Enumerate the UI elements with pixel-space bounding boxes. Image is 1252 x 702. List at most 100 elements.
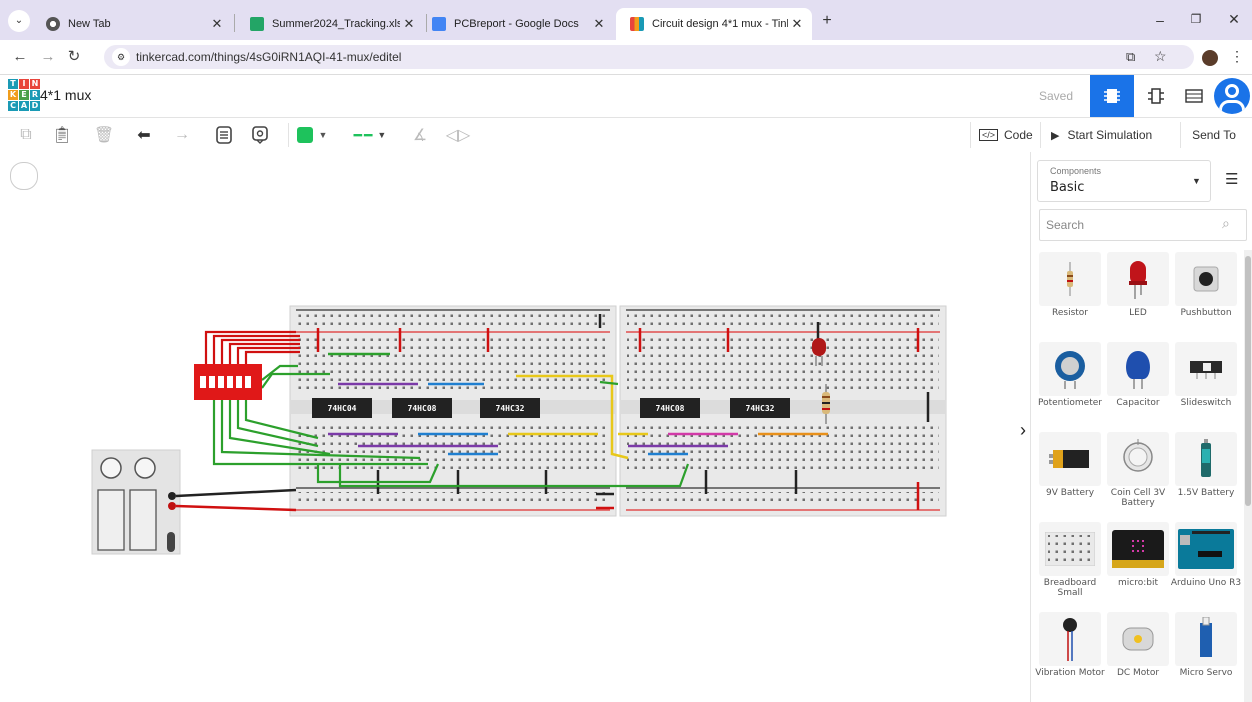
minimize-window-button[interactable]: – (1148, 12, 1172, 28)
tab-search-button[interactable]: ⌄ (8, 10, 30, 32)
code-button[interactable]: </> Code (970, 122, 1037, 148)
browser-menu-icon[interactable]: ⋮ (1230, 48, 1244, 65)
site-info-icon[interactable]: ⚙ (112, 48, 130, 66)
notes-icon[interactable] (212, 123, 236, 147)
send-to-label: Send To (1192, 128, 1236, 142)
component-card-9v-battery[interactable]: 9V Battery (1039, 432, 1101, 512)
forward-arrow-icon[interactable]: → (38, 47, 58, 67)
logo-letter: T (8, 79, 18, 89)
potentiometer-icon (1039, 342, 1101, 396)
panel-scrollbar[interactable] (1244, 250, 1252, 702)
component-list-view-button[interactable] (1172, 75, 1216, 117)
tinkercad-icon (630, 17, 644, 31)
play-icon: ▶ (1051, 129, 1060, 142)
new-tab-button[interactable]: + (818, 12, 836, 30)
chevron-down-icon: ▼ (318, 130, 328, 140)
redo-icon[interactable]: → (170, 123, 194, 147)
send-to-button[interactable]: Send To (1180, 122, 1247, 148)
component-label: Capacitor (1116, 398, 1160, 408)
coin-cell-icon (1107, 432, 1169, 486)
url-field[interactable]: ⚙ tinkercad.com/things/4sG0iRN1AQI-41-mu… (104, 45, 1194, 69)
component-label: micro:bit (1118, 578, 1158, 588)
component-label: 9V Battery (1045, 488, 1095, 498)
reload-icon[interactable]: ↻ (64, 47, 84, 67)
browser-address-bar: ← → ↻ ⚙ tinkercad.com/things/4sG0iRN1AQI… (0, 40, 1252, 75)
close-window-button[interactable]: ✕ (1222, 11, 1246, 28)
component-card-resistor[interactable]: Resistor (1039, 252, 1101, 332)
browser-tab-sheets[interactable]: Summer2024_Tracking.xlsx - Go ✕ (236, 8, 424, 40)
slideswitch-icon (1175, 342, 1237, 396)
browser-tab-docs[interactable]: PCBreport - Google Docs ✕ (418, 8, 614, 40)
component-card-dc-motor[interactable]: DC Motor (1107, 612, 1169, 692)
color-swatch (296, 127, 313, 143)
arduino-icon (1175, 522, 1237, 576)
component-card-capacitor[interactable]: Capacitor (1107, 342, 1169, 422)
copy-icon[interactable]: ⧉ (14, 123, 38, 147)
tinkercad-logo[interactable]: T I N K E R C A D (8, 79, 40, 111)
start-simulation-label: Start Simulation (1067, 128, 1153, 142)
browser-tab-tinkercad[interactable]: Circuit design 4*1 mux - Tinkerc ✕ (616, 8, 812, 40)
list-view-toggle-icon[interactable]: ☰ (1225, 170, 1238, 188)
breadboard-icon (1039, 522, 1101, 576)
component-card-vibration-motor[interactable]: Vibration Motor (1035, 612, 1105, 692)
sheets-icon (250, 17, 264, 31)
logo-letter: N (30, 79, 40, 89)
browser-tab-new-tab[interactable]: New Tab ✕ (32, 8, 232, 40)
component-label: DC Motor (1116, 668, 1160, 678)
battery-9v-icon (1039, 432, 1101, 486)
logo-letter: C (8, 101, 18, 111)
component-label: Coin Cell 3V Battery (1110, 488, 1166, 508)
circuit-canvas[interactable]: 74HC04 74HC08 74HC32 74HC08 74HC32 › (0, 152, 1030, 702)
back-arrow-icon[interactable]: ← (10, 47, 30, 67)
resistor-icon (1039, 252, 1101, 306)
color-picker[interactable]: ▼ (288, 123, 335, 147)
component-label: Resistor (1052, 308, 1088, 318)
component-card-micro-servo[interactable]: Micro Servo (1175, 612, 1237, 692)
wire-style-icon: ━ ━ (353, 126, 373, 143)
component-card-pushbutton[interactable]: Pushbutton (1175, 252, 1237, 332)
chevron-down-icon: ▼ (1192, 176, 1201, 186)
component-card-coin-cell-battery[interactable]: Coin Cell 3V Battery (1107, 432, 1169, 512)
browser-tab-strip: ⌄ New Tab ✕ Summer2024_Tracking.xlsx - G… (0, 0, 1252, 40)
flip-icon[interactable]: ◁▷ (444, 123, 472, 147)
delete-icon[interactable]: 🗑︎ (92, 123, 116, 147)
cast-icon[interactable]: ⧉ (1126, 49, 1135, 65)
profile-avatar[interactable] (1202, 50, 1218, 66)
component-card-arduino-uno[interactable]: Arduino Uno R3 (1171, 522, 1241, 602)
url-text: tinkercad.com/things/4sG0iRN1AQI-41-mux/… (136, 50, 402, 64)
search-icon: ⌕ (1222, 215, 1230, 231)
tab-title: PCBreport - Google Docs (454, 18, 579, 30)
chip-icon (1104, 89, 1120, 103)
close-tab-icon[interactable]: ✕ (400, 16, 418, 32)
panel-collapse-chevron-icon[interactable]: › (1020, 420, 1026, 441)
circuit-view-button[interactable] (1090, 75, 1134, 117)
component-search-input[interactable]: Search ⌕ (1039, 209, 1247, 241)
close-tab-icon[interactable]: ✕ (788, 16, 806, 32)
rotate-icon[interactable]: ∡ (408, 123, 432, 147)
component-category-select[interactable]: Components Basic ▼ (1037, 160, 1211, 202)
restore-window-button[interactable]: ❐ (1184, 12, 1208, 26)
paste-icon[interactable]: 📋︎ (50, 123, 74, 147)
wire-type-picker[interactable]: ━ ━ ▼ (342, 123, 398, 147)
component-card-slideswitch[interactable]: Slideswitch (1175, 342, 1237, 422)
component-card-microbit[interactable]: micro:bit (1107, 522, 1169, 602)
component-card-1.5v-battery[interactable]: 1.5V Battery (1175, 432, 1237, 512)
component-card-breadboard-small[interactable]: Breadboard Small (1039, 522, 1101, 602)
circuit-drawing: 74HC04 74HC08 74HC32 74HC08 74HC32 (91, 305, 947, 555)
dc-motor-icon (1107, 612, 1169, 666)
servo-icon (1175, 612, 1237, 666)
component-label: Vibration Motor (1035, 668, 1105, 678)
bookmark-star-icon[interactable]: ☆ (1154, 48, 1167, 65)
component-label: Potentiometer (1038, 398, 1102, 408)
project-title[interactable]: 4*1 mux (40, 87, 91, 103)
component-label: Micro Servo (1179, 668, 1233, 678)
undo-icon[interactable]: ⬅︎ (132, 123, 156, 147)
close-tab-icon[interactable]: ✕ (590, 16, 608, 32)
component-card-potentiometer[interactable]: Potentiometer (1038, 342, 1102, 422)
component-card-led[interactable]: LED (1107, 252, 1169, 332)
close-tab-icon[interactable]: ✕ (208, 16, 226, 32)
user-avatar[interactable] (1214, 78, 1250, 114)
panel-scrollbar-thumb[interactable] (1245, 256, 1251, 506)
note-visibility-icon[interactable] (248, 123, 272, 147)
start-simulation-button[interactable]: ▶ Start Simulation (1040, 122, 1175, 148)
